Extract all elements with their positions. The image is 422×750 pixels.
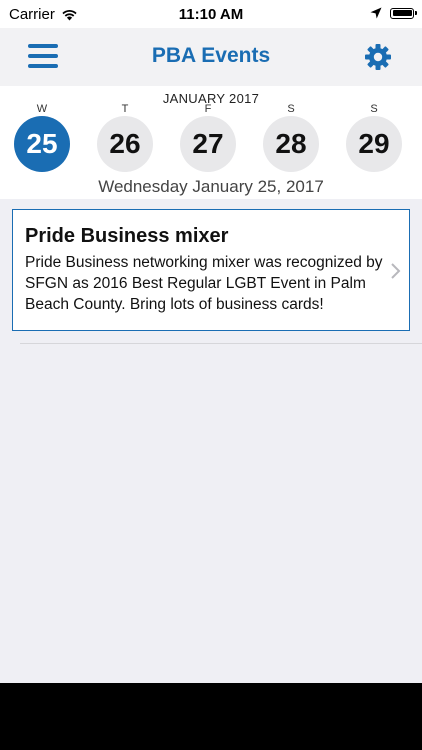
day-letter: T bbox=[121, 103, 129, 115]
day-letter: S bbox=[287, 103, 295, 115]
list-separator bbox=[20, 343, 422, 344]
day-button-25[interactable]: 25 bbox=[14, 116, 70, 172]
selected-date-label: Wednesday January 25, 2017 bbox=[98, 177, 324, 196]
day-26: T 26 bbox=[97, 103, 153, 172]
event-title: Pride Business mixer bbox=[25, 225, 229, 247]
status-right-group bbox=[370, 7, 417, 19]
day-button-26[interactable]: 26 bbox=[97, 116, 153, 172]
page-title: PBA Events bbox=[151, 44, 271, 67]
day-button-29[interactable]: 29 bbox=[346, 116, 402, 172]
day-button-27[interactable]: 27 bbox=[180, 116, 236, 172]
day-28: S 28 bbox=[263, 103, 319, 172]
nav-bar: PBA Events bbox=[0, 28, 422, 86]
battery-icon bbox=[390, 7, 417, 19]
event-card[interactable]: Pride Business mixer Pride Business netw… bbox=[12, 209, 410, 331]
app-screen: Carrier 11:10 AM PBA Events JANUARY 2017… bbox=[0, 0, 422, 750]
day-25: W 25 bbox=[14, 103, 70, 172]
day-letter: F bbox=[204, 103, 212, 115]
status-time: 11:10 AM bbox=[178, 6, 244, 23]
day-letter: W bbox=[36, 103, 48, 115]
location-arrow-icon bbox=[370, 7, 382, 19]
day-letter: S bbox=[370, 103, 378, 115]
date-strip: JANUARY 2017 W 25 T 26 F 27 S 28 S 29 We… bbox=[0, 86, 422, 199]
chevron-right-icon bbox=[391, 263, 401, 279]
status-bar: Carrier 11:10 AM bbox=[0, 0, 422, 28]
event-description: Pride Business networking mixer was reco… bbox=[25, 254, 383, 313]
gear-icon[interactable] bbox=[364, 43, 392, 71]
bottom-bar bbox=[0, 683, 422, 750]
day-27: F 27 bbox=[180, 103, 236, 172]
day-29: S 29 bbox=[346, 103, 402, 172]
day-button-28[interactable]: 28 bbox=[263, 116, 319, 172]
